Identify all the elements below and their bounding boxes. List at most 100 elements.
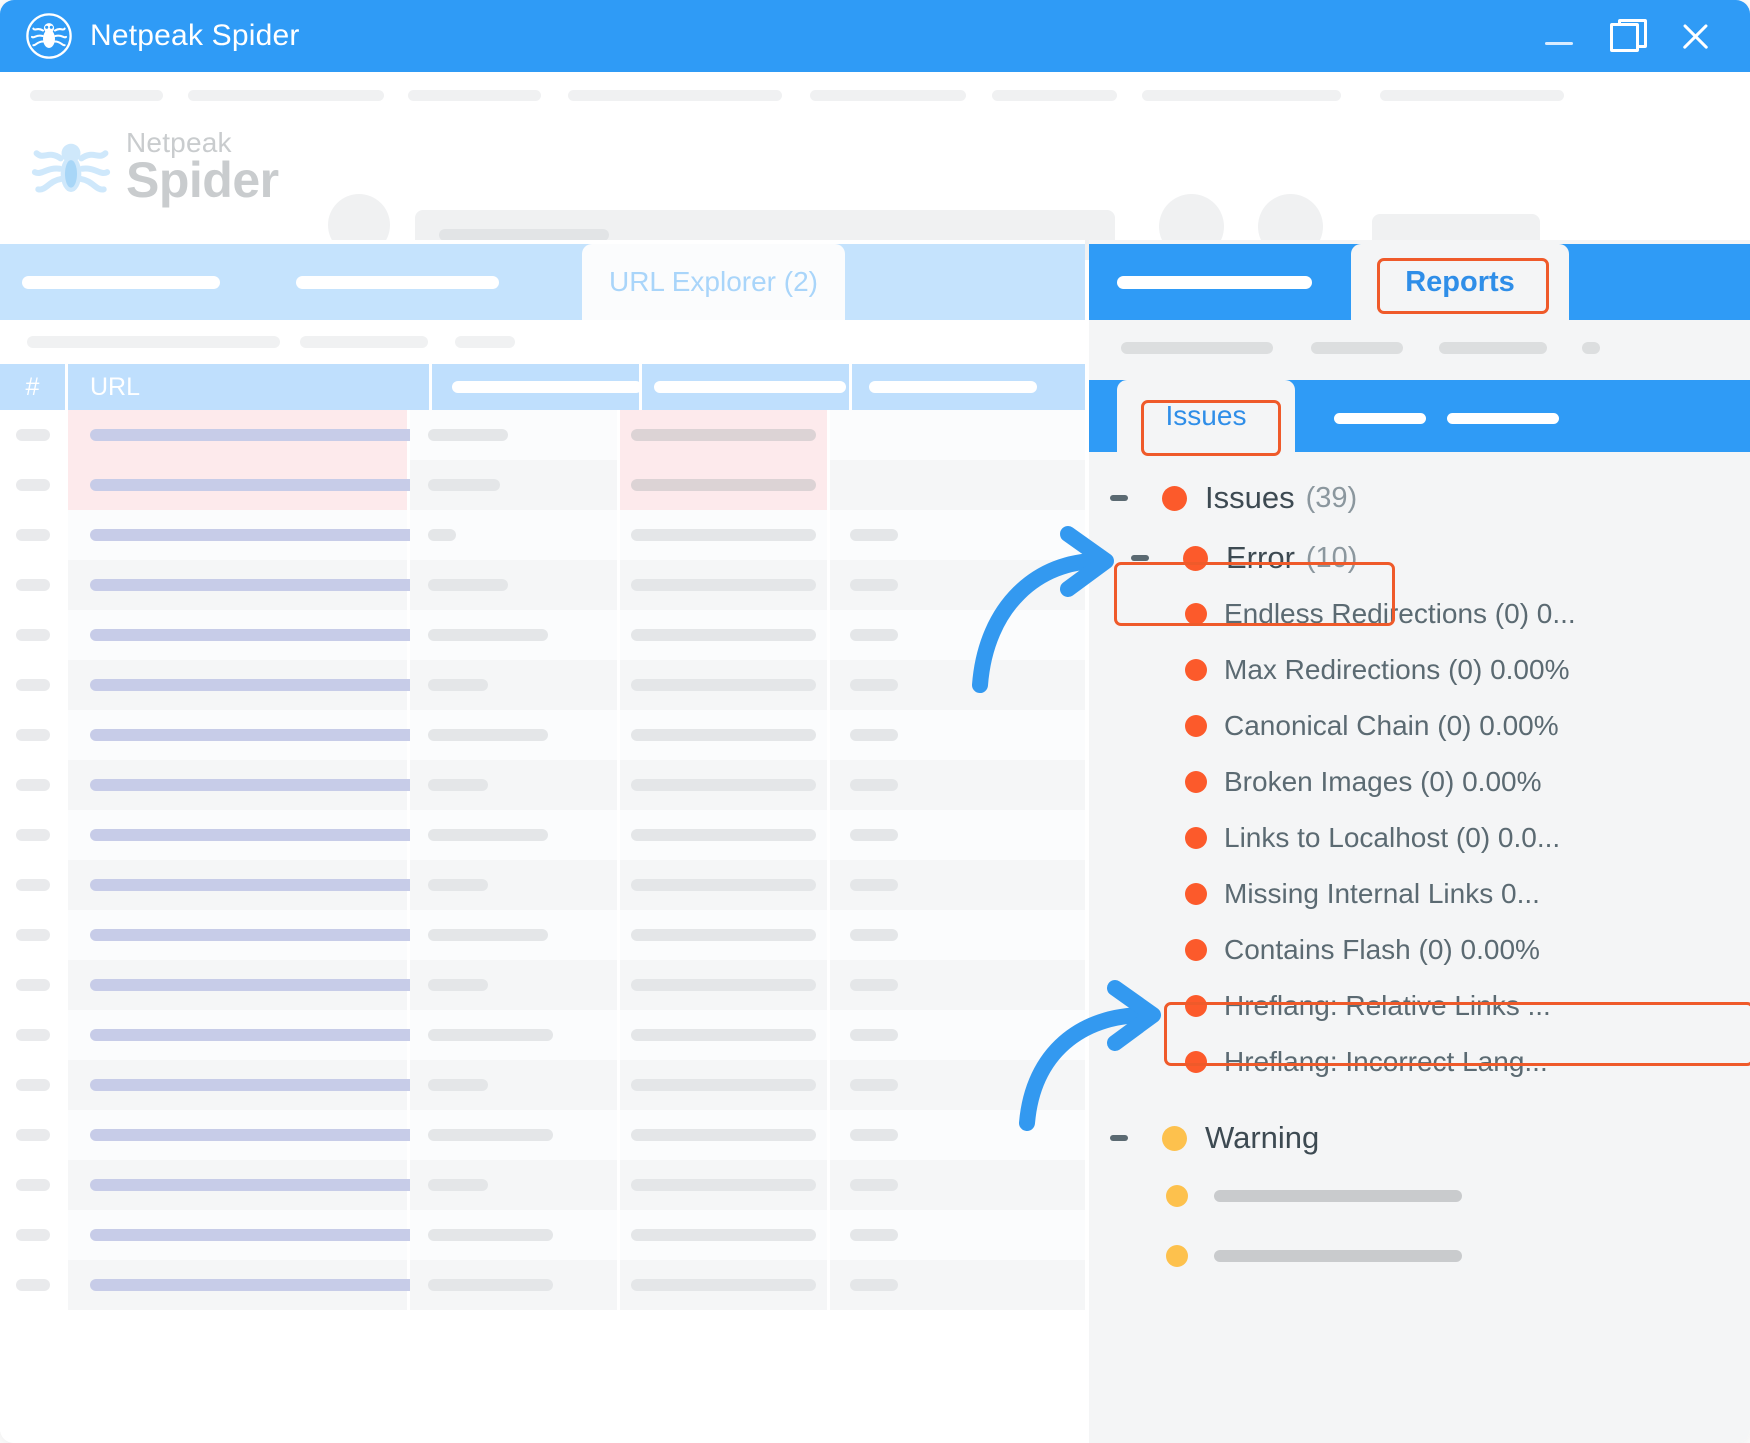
reports-sub-placeholder-3[interactable]: [1439, 342, 1547, 354]
tree-item-error[interactable]: Canonical Chain (0) 0.00%: [1089, 698, 1750, 754]
sub-toolbar-placeholder-1[interactable]: [27, 336, 280, 348]
reports-sub-placeholder-4[interactable]: [1582, 342, 1600, 354]
column-header-4[interactable]: [642, 364, 849, 410]
collapse-toggle-warning-icon[interactable]: [1110, 1135, 1128, 1141]
table-row[interactable]: [0, 1010, 1085, 1060]
menu-placeholder-7[interactable]: [1142, 90, 1341, 101]
table-cell-url[interactable]: [68, 810, 560, 860]
close-icon[interactable]: [1678, 19, 1712, 53]
tree-node-issues-label: Issues: [1205, 480, 1295, 515]
tree-item-error[interactable]: Contains Flash (0) 0.00%: [1089, 922, 1750, 978]
table-cell-url[interactable]: [68, 660, 445, 710]
column-header-3[interactable]: [432, 364, 642, 410]
reports-sub-placeholder-1[interactable]: [1121, 342, 1273, 354]
table-row[interactable]: [0, 660, 1085, 710]
table-row[interactable]: [0, 710, 1085, 760]
column-header-url[interactable]: URL: [68, 364, 429, 410]
table-cell-url[interactable]: [68, 560, 560, 610]
table-row[interactable]: [0, 560, 1085, 610]
tree-item-error[interactable]: Broken Images (0) 0.00%: [1089, 754, 1750, 810]
table-cell-url[interactable]: [68, 760, 560, 810]
table-cell-url[interactable]: [68, 960, 560, 1010]
table-row[interactable]: [0, 510, 1085, 560]
table-cell-4: [620, 1010, 827, 1060]
menu-placeholder-6[interactable]: [992, 90, 1117, 101]
table-row[interactable]: [0, 610, 1085, 660]
table-row[interactable]: [0, 410, 1085, 460]
table-row[interactable]: [0, 460, 1085, 510]
table-cell-url[interactable]: [68, 1260, 560, 1310]
tree-item-error[interactable]: Links to Localhost (0) 0.0...: [1089, 810, 1750, 866]
menu-placeholder-1[interactable]: [30, 90, 163, 101]
table-cell-url[interactable]: [68, 1010, 445, 1060]
table-cell-3: [410, 460, 617, 510]
table-cell-url[interactable]: [68, 1110, 440, 1160]
table-cell-3: [410, 410, 617, 460]
table-row[interactable]: [0, 860, 1085, 910]
reports-subtab-placeholder-1[interactable]: [1334, 413, 1426, 424]
table-row[interactable]: [0, 1160, 1085, 1210]
table-cell-url[interactable]: [68, 860, 445, 910]
cell-placeholder: [850, 679, 898, 691]
menu-placeholder-3[interactable]: [408, 90, 541, 101]
table-row[interactable]: [0, 910, 1085, 960]
tab-reports[interactable]: Reports: [1351, 244, 1569, 320]
table-row[interactable]: [0, 810, 1085, 860]
table-row[interactable]: [0, 1060, 1085, 1110]
main-tab-placeholder-1[interactable]: [22, 276, 220, 289]
table-row[interactable]: [0, 1260, 1085, 1310]
cell-placeholder: [631, 579, 816, 591]
tree-item-error[interactable]: Hreflang: Incorrect Lang...: [1089, 1034, 1750, 1090]
table-row[interactable]: [0, 1110, 1085, 1160]
reports-sub-placeholder-2[interactable]: [1311, 342, 1403, 354]
column-header-5[interactable]: [852, 364, 1085, 410]
table-row[interactable]: [0, 960, 1085, 1010]
menu-placeholder-8[interactable]: [1380, 90, 1564, 101]
severity-dot-error-icon: [1185, 771, 1207, 793]
tree-item-error[interactable]: Hreflang: Relative Links ...: [1089, 978, 1750, 1034]
table-cell-url[interactable]: [68, 1160, 560, 1210]
collapse-toggle-error-icon[interactable]: [1131, 555, 1149, 561]
tree-node-error[interactable]: Error (10): [1089, 530, 1750, 586]
index-placeholder: [16, 779, 50, 791]
tree-item-warning[interactable]: [1089, 1166, 1750, 1226]
table-cell-5: [830, 710, 1085, 760]
menu-placeholder-2[interactable]: [188, 90, 384, 101]
column-header-index[interactable]: #: [0, 364, 65, 410]
sub-toolbar-placeholder-2[interactable]: [300, 336, 428, 348]
collapse-toggle-issues-icon[interactable]: [1110, 495, 1128, 501]
tab-url-explorer[interactable]: URL Explorer (2): [582, 244, 845, 320]
minimize-icon[interactable]: [1542, 19, 1576, 53]
table-cell-url[interactable]: [68, 510, 445, 560]
tree-item-warning[interactable]: [1089, 1226, 1750, 1286]
tree-item-error[interactable]: Max Redirections (0) 0.00%: [1089, 642, 1750, 698]
table-cell-url[interactable]: [68, 610, 560, 660]
tree-item-error[interactable]: Endless Redirections (0) 0...: [1089, 586, 1750, 642]
table-cell-url[interactable]: [68, 1210, 445, 1260]
tree-node-issues[interactable]: Issues (39): [1089, 470, 1750, 526]
cell-placeholder: [428, 429, 508, 441]
table-row[interactable]: [0, 1210, 1085, 1260]
tree-node-warning[interactable]: Warning: [1089, 1110, 1750, 1166]
reports-tab-placeholder[interactable]: [1117, 276, 1312, 289]
menu-placeholder-5[interactable]: [810, 90, 966, 101]
table-cell-url[interactable]: [68, 910, 560, 960]
cell-placeholder: [428, 729, 548, 741]
cell-placeholder: [631, 679, 816, 691]
main-tab-placeholder-2[interactable]: [296, 276, 499, 289]
tree-item-error-label: Endless Redirections (0) 0...: [1224, 598, 1576, 629]
menu-placeholder-4[interactable]: [568, 90, 782, 101]
sub-toolbar-placeholder-3[interactable]: [455, 336, 515, 348]
restore-icon[interactable]: [1610, 19, 1647, 53]
table-row[interactable]: [0, 760, 1085, 810]
tree-item-error[interactable]: Missing Internal Links 0...: [1089, 866, 1750, 922]
reports-subtab-placeholder-2[interactable]: [1447, 413, 1559, 424]
table-cell-3: [410, 710, 617, 760]
subtab-issues[interactable]: Issues: [1117, 380, 1295, 452]
table-cell-url[interactable]: [68, 410, 560, 460]
cell-placeholder: [850, 729, 898, 741]
window-title: Netpeak Spider: [90, 19, 300, 52]
table-cell-url[interactable]: [68, 460, 555, 510]
table-cell-url[interactable]: [68, 710, 445, 760]
table-cell-url[interactable]: [68, 1060, 560, 1110]
